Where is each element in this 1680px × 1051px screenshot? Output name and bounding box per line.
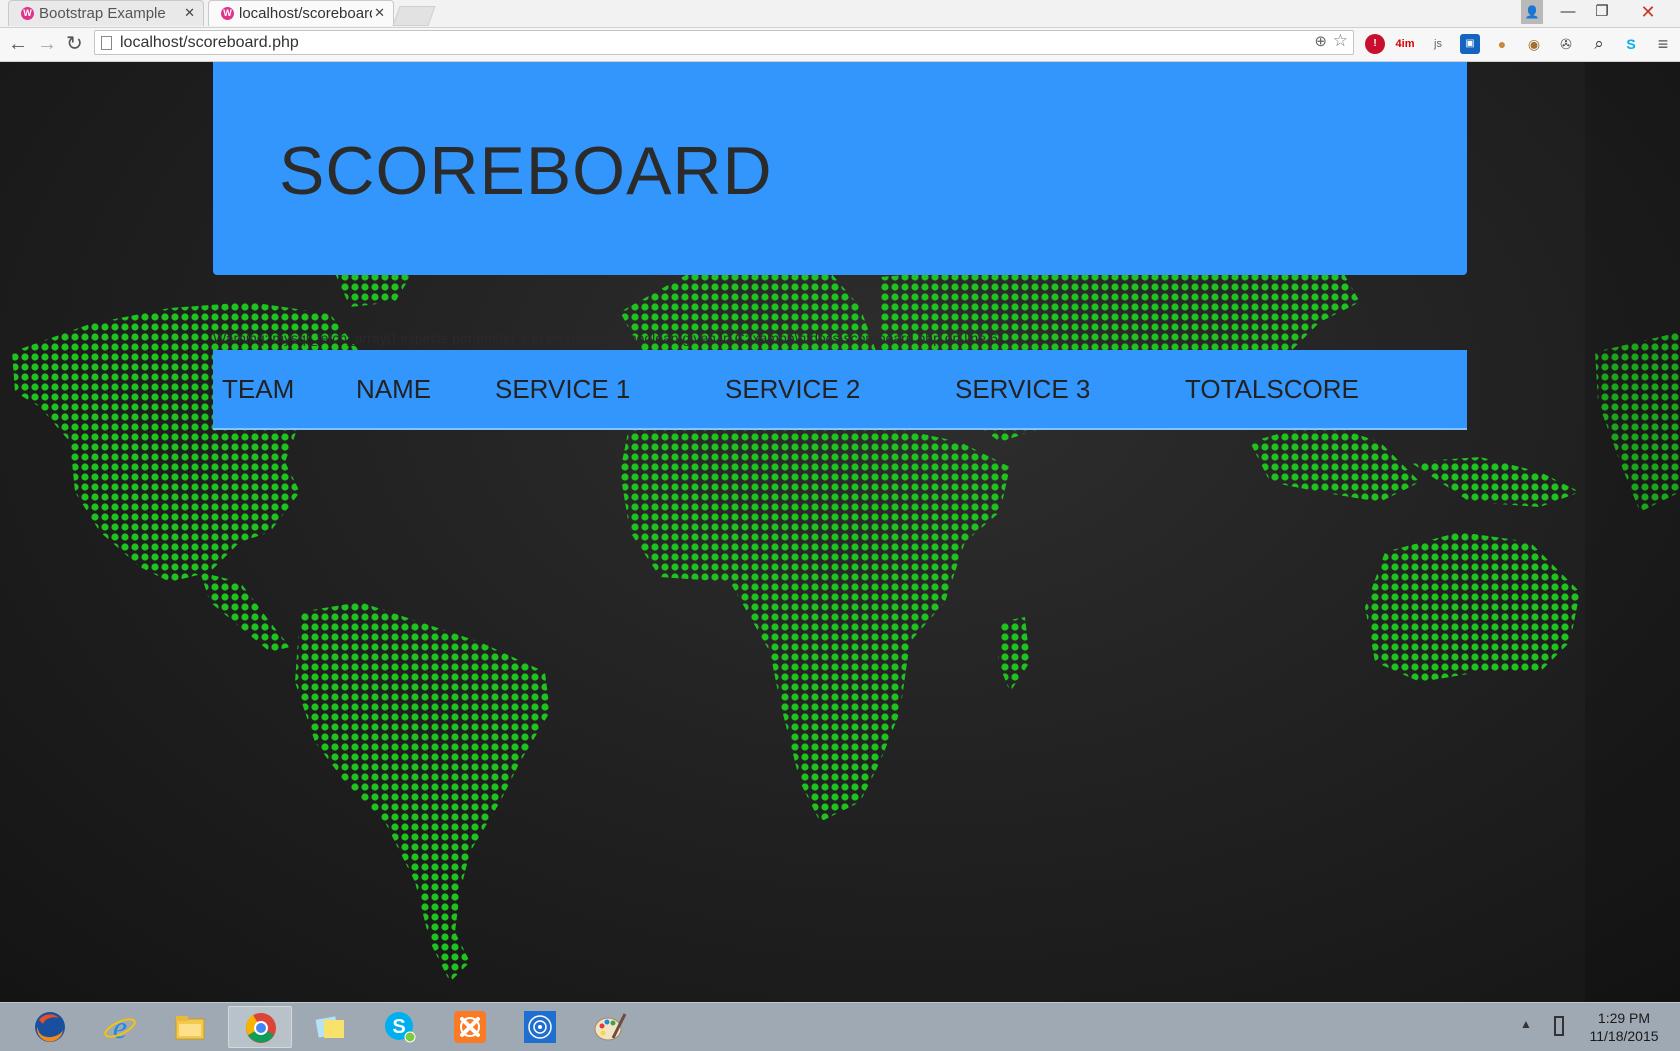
svg-text:S: S (392, 1016, 405, 1038)
africa-shape (620, 402, 1010, 822)
tab-scoreboard[interactable]: W localhost/scoreboard.php ✕ (208, 0, 394, 26)
tray-expand-icon[interactable]: ▲ (1520, 1017, 1532, 1031)
taskbar-xampp[interactable] (438, 1006, 502, 1048)
skype-icon[interactable]: S (1621, 34, 1641, 54)
page-title: SCOREBOARD (279, 133, 773, 209)
4im-icon[interactable]: 4im (1395, 34, 1415, 54)
taskbar-network-app[interactable] (508, 1006, 572, 1048)
taskbar-skype[interactable]: S (368, 1006, 432, 1048)
close-tab-icon[interactable]: ✕ (184, 5, 195, 21)
column-header-team: TEAM (222, 374, 295, 404)
clock-date: 11/18/2015 (1589, 1028, 1659, 1044)
maximize-button[interactable]: ❐ (1587, 0, 1617, 24)
internet-explorer-icon: e (104, 1010, 136, 1044)
skype-icon: S (385, 1012, 416, 1043)
indonesia-shape (1410, 457, 1580, 507)
battery-icon[interactable] (1554, 1016, 1564, 1036)
column-header-name: NAME (356, 374, 432, 404)
network-app-icon (524, 1011, 556, 1043)
page-viewport: SCOREBOARD Warning: mysql_fetch_array() … (0, 62, 1680, 1002)
search-icon[interactable]: ⌕ (1589, 34, 1609, 54)
column-header-totalscore: TOTALSCORE (1185, 374, 1359, 404)
php-warning-text: Warning: mysql_fetch_array() expects par… (213, 330, 1006, 346)
chrome-icon (246, 1013, 276, 1043)
wamp-favicon-icon: W (221, 7, 234, 20)
minimize-button[interactable]: — (1553, 0, 1583, 24)
taskbar-internet-explorer[interactable]: e (88, 1006, 152, 1048)
js-icon[interactable]: js (1428, 34, 1448, 54)
browser-tabstrip: W Bootstrap Example ✕ W localhost/scoreb… (0, 0, 1680, 28)
film-reel-icon[interactable]: ✇ (1556, 34, 1576, 54)
taskbar-file-explorer[interactable] (158, 1006, 222, 1048)
close-window-button[interactable]: ✕ (1621, 0, 1675, 24)
tab-title: Bootstrap Example (39, 5, 166, 22)
taskbar-clock[interactable]: 1:29 PM 11/18/2015 (1578, 1009, 1670, 1045)
pocket-icon[interactable]: ▣ (1460, 34, 1480, 54)
cookie-icon[interactable]: ● (1492, 34, 1512, 54)
xampp-icon (454, 1011, 486, 1043)
tab-title: localhost/scoreboard.php (239, 5, 372, 22)
taskbar-chrome[interactable] (228, 1006, 292, 1048)
taskbar-firefox[interactable] (18, 1006, 82, 1048)
sticky-notes-icon (315, 1016, 344, 1038)
central-america-shape (200, 572, 290, 652)
column-header-service-2: SERVICE 2 (725, 374, 861, 404)
page-icon (101, 36, 112, 50)
scoreboard-table-header: TEAM NAME SERVICE 1 SERVICE 2 SERVICE 3 … (213, 350, 1467, 430)
cookie-icon[interactable]: ◉ (1524, 34, 1544, 54)
tab-bootstrap-example[interactable]: W Bootstrap Example ✕ (8, 0, 204, 26)
stop-icon[interactable]: ! (1365, 34, 1385, 54)
bookmark-star-icon[interactable]: ☆ (1333, 31, 1348, 51)
wamp-favicon-icon: W (21, 7, 34, 20)
paint-icon (594, 1013, 627, 1041)
firefox-icon (35, 1012, 65, 1042)
clock-time: 1:29 PM (1597, 1010, 1651, 1026)
madagascar-shape (998, 617, 1030, 692)
south-america-shape (295, 602, 550, 982)
close-tab-icon[interactable]: ✕ (374, 5, 385, 21)
windows-taskbar: e S ▲ 1:29 PM 11/18/2015 (0, 1002, 1680, 1051)
scroll-gutter (1585, 62, 1680, 1002)
svg-text:e: e (113, 1010, 127, 1044)
hamburger-menu-icon[interactable]: ≡ (1653, 34, 1673, 54)
forward-arrow-icon[interactable]: → (37, 32, 57, 56)
file-explorer-icon (175, 1016, 205, 1040)
australia-shape (1365, 532, 1580, 682)
taskbar-sticky-notes[interactable] (298, 1006, 362, 1048)
back-arrow-icon[interactable]: ← (8, 32, 28, 56)
reload-icon[interactable]: ↻ (66, 32, 83, 56)
taskbar-paint[interactable] (578, 1006, 642, 1048)
column-header-service-3: SERVICE 3 (955, 374, 1091, 404)
browser-toolbar: ← → ↻ localhost/scoreboard.php ⊕ ☆ ! 4im… (0, 28, 1680, 62)
url-text[interactable]: localhost/scoreboard.php (120, 34, 299, 52)
column-header-service-1: SERVICE 1 (495, 374, 631, 404)
zoom-icon[interactable]: ⊕ (1314, 32, 1327, 50)
scoreboard-header-panel: SCOREBOARD (213, 62, 1467, 275)
new-tab-button[interactable] (392, 6, 436, 26)
address-bar[interactable]: localhost/scoreboard.php ⊕ ☆ (94, 30, 1354, 55)
profile-icon[interactable]: 👤 (1521, 0, 1543, 24)
southeast-asia-shape (1250, 422, 1420, 502)
